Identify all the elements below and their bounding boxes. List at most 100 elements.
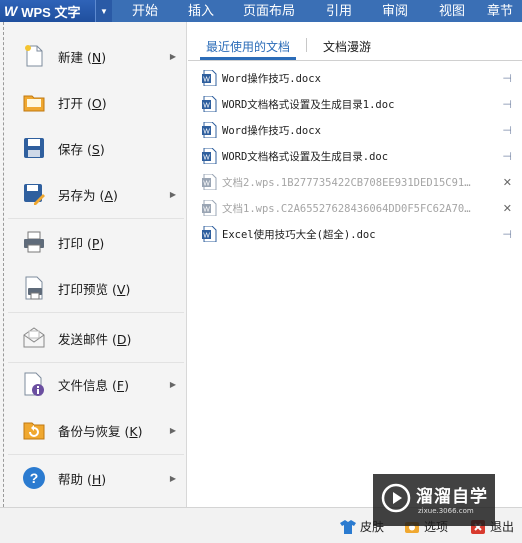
menu-open-key: O <box>91 95 102 111</box>
tab-recent-documents[interactable]: 最近使用的文档 <box>206 38 290 55</box>
recent-file-name: WORD文档格式设置及生成目录1.doc <box>222 98 395 111</box>
tab-references[interactable]: 引用 <box>314 0 364 22</box>
tab-insert[interactable]: 插入 <box>178 0 224 22</box>
menu-open[interactable]: 打开 (O) <box>0 80 186 124</box>
ribbon-bar: W WPS 文字 ▼ 开始 插入 页面布局 引用 审阅 视图 章节 <box>0 0 522 22</box>
svg-text:W: W <box>203 103 210 110</box>
wps-doc-disabled-icon: W <box>202 174 217 190</box>
app-menu-button[interactable]: W WPS 文字 ▼ <box>0 0 112 22</box>
mail-envelope-icon <box>23 327 45 348</box>
menu-save-as-key: A <box>104 187 113 203</box>
recent-file-item[interactable]: W WORD文档格式设置及生成目录.doc ⊣ <box>200 145 518 167</box>
tab-divider <box>306 38 307 52</box>
recent-file-item[interactable]: W WORD文档格式设置及生成目录1.doc ⊣ <box>200 93 518 115</box>
word-doc-icon: W <box>202 96 217 112</box>
tab-review[interactable]: 审阅 <box>364 0 426 22</box>
word-doc-icon: W <box>202 122 217 138</box>
save-as-icon <box>24 184 45 205</box>
menu-open-label: 打开 <box>58 95 84 111</box>
recent-file-item[interactable]: W Excel使用技巧大全(超全).doc ⊣ <box>200 223 518 245</box>
submenu-arrow-icon: ▶ <box>169 473 176 483</box>
menu-help-key: H <box>91 471 102 487</box>
menu-save-label: 保存 <box>58 141 84 157</box>
watermark-name: 溜溜自学 <box>416 487 488 507</box>
recent-file-item[interactable]: W 文档2.wps.1B277735422CB708EE931DED15C91…… <box>200 171 518 193</box>
menu-backup-restore[interactable]: 备份与恢复 (K) ▶ <box>0 408 186 452</box>
help-question-icon: ? <box>23 467 45 489</box>
recent-file-name: Word操作技巧.docx <box>222 124 321 137</box>
open-folder-icon <box>23 95 45 112</box>
file-menu: 新建 (N) ▶ 打开 (O) 保存 (S) 另存为 (A) ▶ 打印 (P) … <box>0 22 187 507</box>
remove-icon[interactable]: ✕ <box>503 202 512 215</box>
pin-icon[interactable]: ⊣ <box>502 98 512 111</box>
submenu-arrow-icon: ▶ <box>169 189 176 199</box>
menu-file-info-key: F <box>116 377 125 393</box>
menu-divider <box>8 454 184 455</box>
word-doc-icon: W <box>202 70 217 86</box>
recent-file-name: WORD文档格式设置及生成目录.doc <box>222 150 389 163</box>
wps-logo-icon: W <box>4 3 18 19</box>
save-disk-icon <box>24 138 44 158</box>
active-tab-indicator <box>200 57 296 60</box>
menu-save-as[interactable]: 另存为 (A) ▶ <box>0 172 186 216</box>
recent-file-name: 文档1.wps.C2A65527628436064DD0F5FC62A70… <box>222 202 471 215</box>
svg-text:W: W <box>203 129 210 136</box>
recent-file-name: Excel使用技巧大全(超全).doc <box>222 228 376 241</box>
printer-icon <box>24 231 44 253</box>
recent-file-name: 文档2.wps.1B277735422CB708EE931DED15C91… <box>222 176 471 189</box>
recent-file-item[interactable]: W Word操作技巧.docx ⊣ <box>200 119 518 141</box>
new-document-icon <box>25 45 43 67</box>
menu-divider <box>8 312 184 313</box>
pin-icon[interactable]: ⊣ <box>502 72 512 85</box>
recent-file-item[interactable]: W 文档1.wps.C2A65527628436064DD0F5FC62A70…… <box>200 197 518 219</box>
word-doc-icon: W <box>202 148 217 164</box>
menu-save-as-label: 另存为 <box>58 187 96 203</box>
recent-file-item[interactable]: W Word操作技巧.docx ⊣ <box>200 67 518 89</box>
word-doc-icon: W <box>202 226 217 242</box>
recent-tabs: 最近使用的文档 文档漫游 <box>188 22 522 61</box>
recent-documents-panel: 最近使用的文档 文档漫游 W Word操作技巧.docx ⊣ W WORD文档格… <box>188 22 522 507</box>
tab-view[interactable]: 视图 <box>426 0 478 22</box>
menu-send-mail-label: 发送邮件 <box>58 331 109 347</box>
submenu-arrow-icon: ▶ <box>169 379 176 389</box>
print-preview-icon <box>25 276 43 300</box>
file-info-icon <box>24 372 44 396</box>
recent-file-name: Word操作技巧.docx <box>222 72 321 85</box>
menu-print-preview[interactable]: 打印预览 (V) <box>0 266 186 310</box>
pin-icon[interactable]: ⊣ <box>502 124 512 137</box>
watermark-overlay: 溜溜自学 zixue.3066.com <box>373 474 495 526</box>
menu-divider <box>8 218 184 219</box>
tshirt-icon <box>340 519 356 534</box>
menu-print-label: 打印 <box>58 235 84 251</box>
tab-home[interactable]: 开始 <box>112 0 178 22</box>
tab-page-layout[interactable]: 页面布局 <box>224 0 314 22</box>
menu-save-key: S <box>91 141 100 157</box>
menu-file-info[interactable]: 文件信息 (F) ▶ <box>0 362 186 406</box>
menu-print[interactable]: 打印 (P) <box>0 220 186 264</box>
submenu-arrow-icon: ▶ <box>169 51 176 61</box>
remove-icon[interactable]: ✕ <box>503 176 512 189</box>
menu-send-mail-key: D <box>116 331 127 347</box>
svg-text:?: ? <box>30 470 39 486</box>
tab-document-roaming[interactable]: 文档漫游 <box>323 38 371 55</box>
play-logo-icon <box>381 483 411 513</box>
svg-text:W: W <box>203 155 210 162</box>
backup-restore-icon <box>23 422 45 440</box>
pin-icon[interactable]: ⊣ <box>502 228 512 241</box>
tab-section[interactable]: 章节 <box>478 0 522 22</box>
menu-print-key: P <box>91 235 100 251</box>
menu-backup-restore-label: 备份与恢复 <box>58 423 121 439</box>
menu-save[interactable]: 保存 (S) <box>0 126 186 170</box>
pin-icon[interactable]: ⊣ <box>502 150 512 163</box>
menu-new-label: 新建 <box>58 49 84 65</box>
menu-print-preview-label: 打印预览 <box>58 281 109 297</box>
svg-text:W: W <box>203 207 210 214</box>
menu-print-preview-key: V <box>116 281 126 297</box>
menu-help-label: 帮助 <box>58 471 84 487</box>
menu-help[interactable]: ? 帮助 (H) ▶ <box>0 456 186 500</box>
svg-text:W: W <box>203 233 210 240</box>
dropdown-arrow-icon[interactable]: ▼ <box>95 0 112 22</box>
menu-send-mail[interactable]: 发送邮件 (D) <box>0 316 186 360</box>
menu-file-info-label: 文件信息 <box>58 377 109 393</box>
menu-new[interactable]: 新建 (N) ▶ <box>0 34 186 78</box>
